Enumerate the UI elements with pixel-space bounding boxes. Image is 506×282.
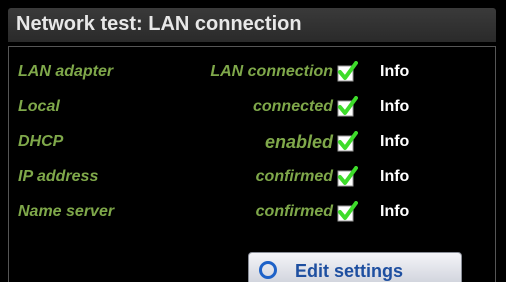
status-row-lan-adapter: LAN adapter LAN connection Info (9, 59, 495, 87)
page-title: Network test: LAN connection (16, 13, 302, 35)
title-bar: Network test: LAN connection (8, 8, 496, 42)
status-row-name-server: Name server confirmed Info (9, 199, 495, 227)
status-row-local: Local connected Info (9, 94, 495, 122)
checkbox-checked-icon[interactable] (336, 61, 358, 83)
row-label: DHCP (18, 133, 64, 150)
row-value: LAN connection (210, 63, 333, 80)
row-label: Local (18, 98, 60, 115)
row-value: confirmed (255, 168, 333, 185)
info-button[interactable]: Info (380, 63, 409, 81)
row-label: Name server (18, 203, 115, 220)
row-value: connected (252, 98, 333, 115)
checkbox-checked-icon[interactable] (336, 96, 358, 118)
row-value: enabled (264, 132, 333, 152)
edit-settings-button[interactable]: Edit settings (248, 252, 462, 282)
checkbox-checked-icon[interactable] (336, 166, 358, 188)
checkbox-checked-icon[interactable] (336, 201, 358, 223)
info-button[interactable]: Info (380, 98, 409, 116)
info-button[interactable]: Info (380, 168, 409, 186)
circle-icon (259, 261, 277, 279)
row-label: IP address (18, 168, 99, 185)
network-test-screen: Network test: LAN connection LAN adapter… (0, 0, 506, 282)
status-row-ip-address: IP address confirmed Info (9, 164, 495, 192)
info-button[interactable]: Info (380, 133, 409, 151)
checkbox-checked-icon[interactable] (336, 131, 358, 153)
info-button[interactable]: Info (380, 203, 409, 221)
row-value: confirmed (255, 203, 333, 220)
edit-settings-label: Edit settings (295, 261, 404, 281)
row-label: LAN adapter (18, 63, 114, 80)
status-panel: LAN adapter LAN connection Info Local co… (8, 46, 496, 282)
status-row-dhcp: DHCP enabled Info (9, 129, 495, 157)
